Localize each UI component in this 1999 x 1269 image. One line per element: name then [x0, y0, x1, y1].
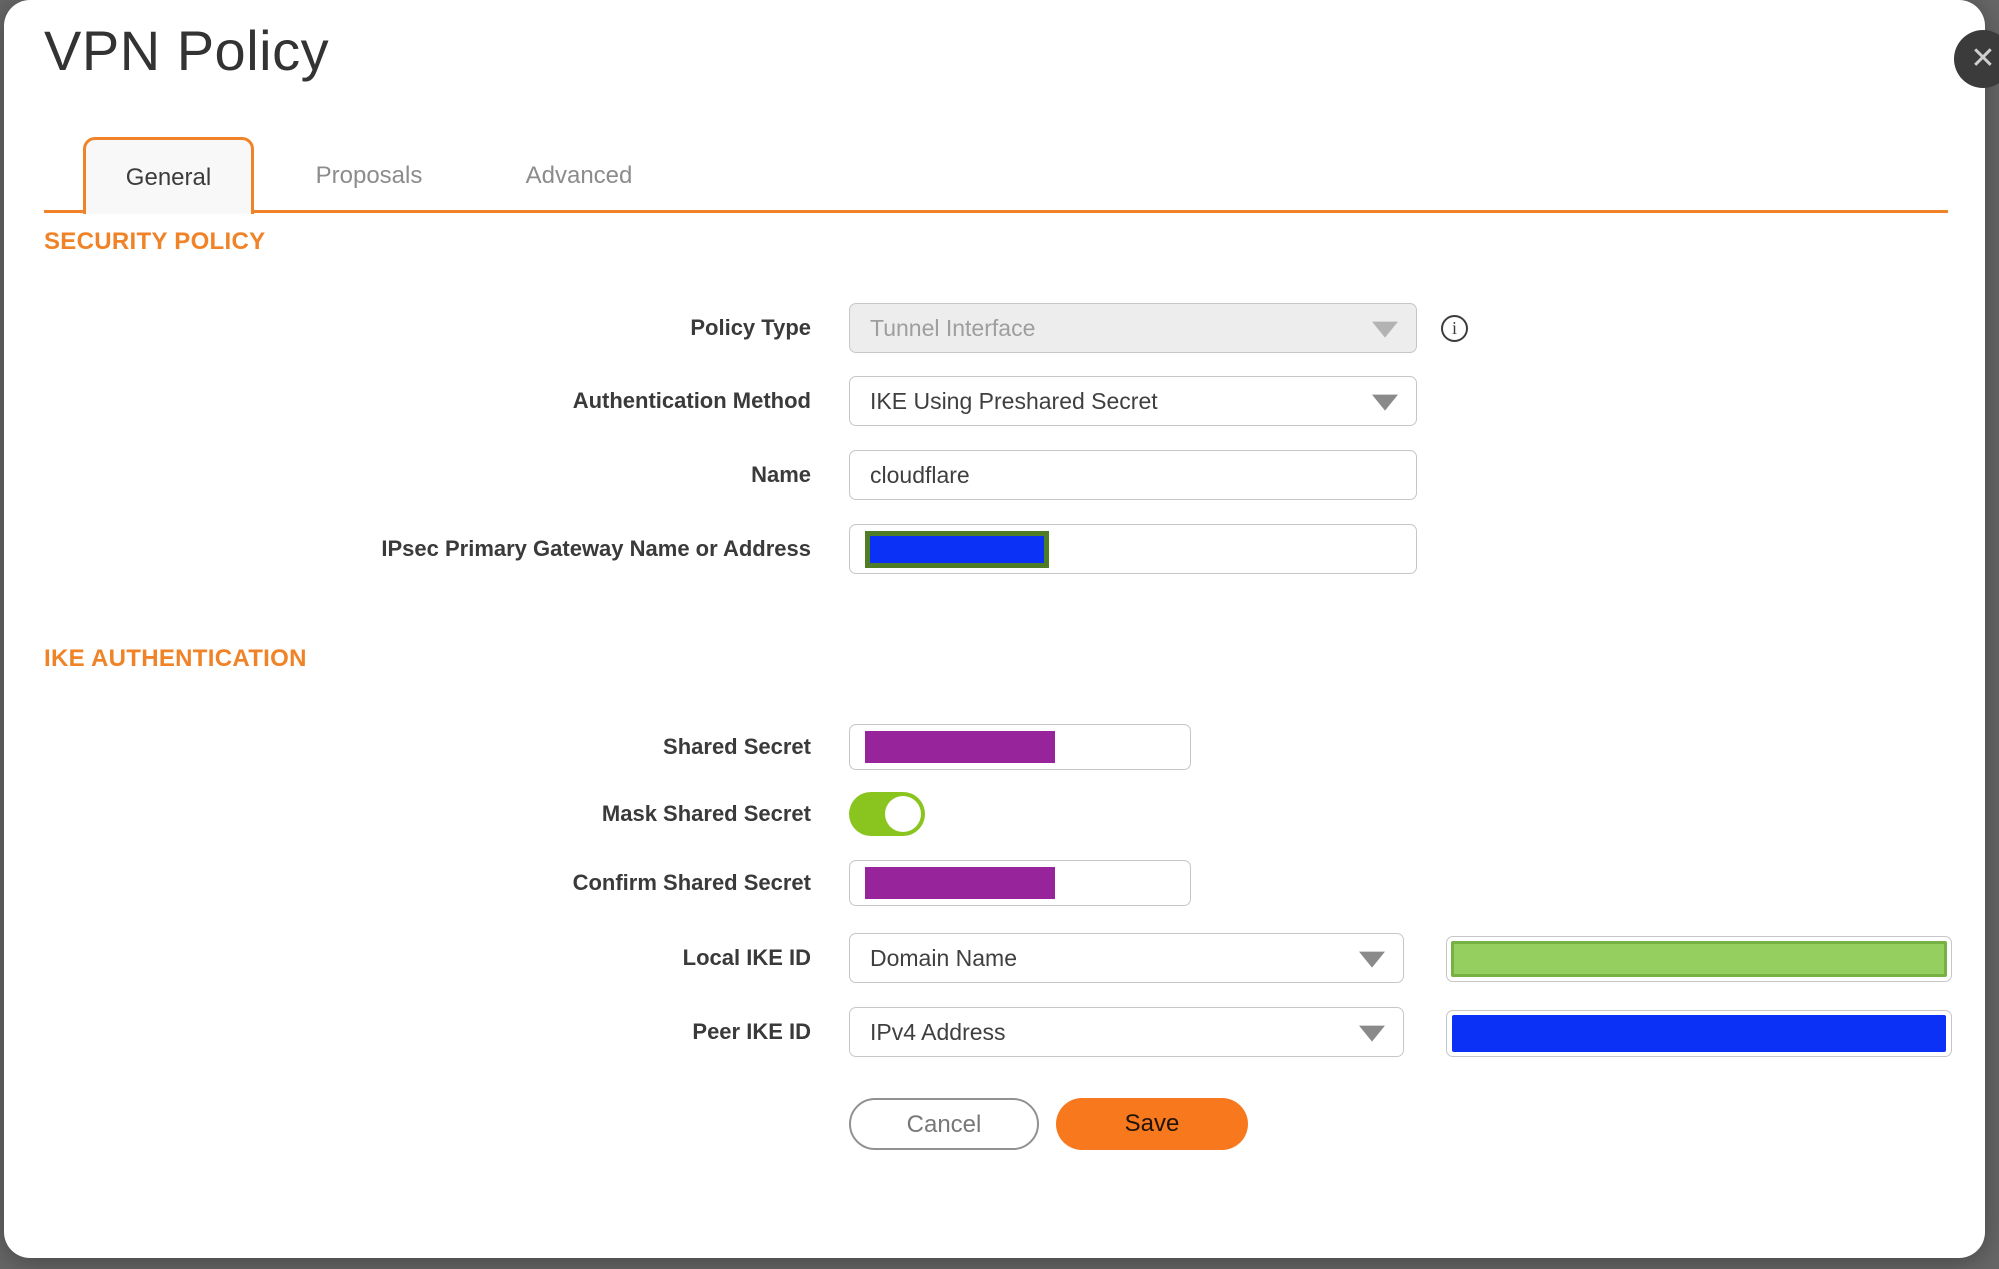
mask-shared-secret-toggle[interactable]	[849, 792, 925, 836]
tab-proposals-label: Proposals	[315, 162, 423, 189]
dialog-title: VPN Policy	[44, 19, 330, 82]
toggle-knob	[885, 796, 921, 832]
gateway-label: IPsec Primary Gateway Name or Address	[381, 536, 811, 561]
section-security-policy: SECURITY POLICY	[44, 228, 266, 255]
tab-advanced-label: Advanced	[525, 162, 633, 189]
peer-ike-id-value: IPv4 Address	[870, 1018, 1006, 1045]
shared-secret-redaction	[865, 731, 1055, 763]
chevron-down-icon	[1372, 321, 1398, 338]
tab-general-label: General	[125, 164, 212, 191]
chevron-down-icon	[1359, 951, 1385, 968]
section-ike-authentication: IKE AUTHENTICATION	[44, 645, 307, 672]
name-input[interactable]: cloudflare	[849, 450, 1417, 500]
name-value: cloudflare	[870, 461, 970, 488]
close-icon: ✕	[1970, 42, 1996, 75]
auth-method-label: Authentication Method	[572, 388, 811, 413]
peer-ike-id-label: Peer IKE ID	[692, 1019, 811, 1044]
tab-underline	[44, 210, 1948, 213]
vpn-policy-dialog: VPN Policy General Proposals Advanced SE…	[4, 0, 1985, 1258]
local-ike-id-label: Local IKE ID	[682, 945, 811, 970]
mask-shared-secret-label: Mask Shared Secret	[601, 801, 811, 826]
local-ike-id-input[interactable]	[1446, 936, 1952, 982]
shared-secret-input[interactable]	[849, 724, 1191, 770]
peer-ike-id-input[interactable]	[1446, 1010, 1952, 1057]
cancel-button[interactable]: Cancel	[849, 1098, 1039, 1150]
confirm-shared-secret-label: Confirm Shared Secret	[572, 870, 811, 895]
policy-type-select: Tunnel Interface	[849, 303, 1417, 353]
tab-advanced[interactable]: Advanced	[494, 162, 664, 190]
tab-general[interactable]: General	[83, 137, 254, 214]
peer-ike-id-select[interactable]: IPv4 Address	[849, 1007, 1404, 1057]
policy-type-label: Policy Type	[690, 315, 811, 340]
save-button[interactable]: Save	[1056, 1098, 1248, 1150]
local-ike-id-redaction	[1451, 941, 1947, 977]
peer-ike-id-redaction	[1452, 1015, 1946, 1052]
confirm-shared-secret-input[interactable]	[849, 860, 1191, 906]
auth-method-select[interactable]: IKE Using Preshared Secret	[849, 376, 1417, 426]
gateway-input[interactable]	[849, 524, 1417, 574]
local-ike-id-value: Domain Name	[870, 944, 1017, 971]
chevron-down-icon	[1372, 394, 1398, 411]
info-icon-glyph: i	[1451, 318, 1457, 338]
shared-secret-label: Shared Secret	[663, 734, 811, 759]
tab-proposals[interactable]: Proposals	[284, 162, 454, 190]
policy-type-value: Tunnel Interface	[870, 314, 1036, 341]
local-ike-id-select[interactable]: Domain Name	[849, 933, 1404, 983]
info-icon[interactable]: i	[1441, 315, 1468, 342]
name-label: Name	[751, 462, 811, 487]
gateway-redaction	[865, 531, 1049, 568]
auth-method-value: IKE Using Preshared Secret	[870, 387, 1158, 414]
chevron-down-icon	[1359, 1025, 1385, 1042]
confirm-shared-secret-redaction	[865, 867, 1055, 899]
